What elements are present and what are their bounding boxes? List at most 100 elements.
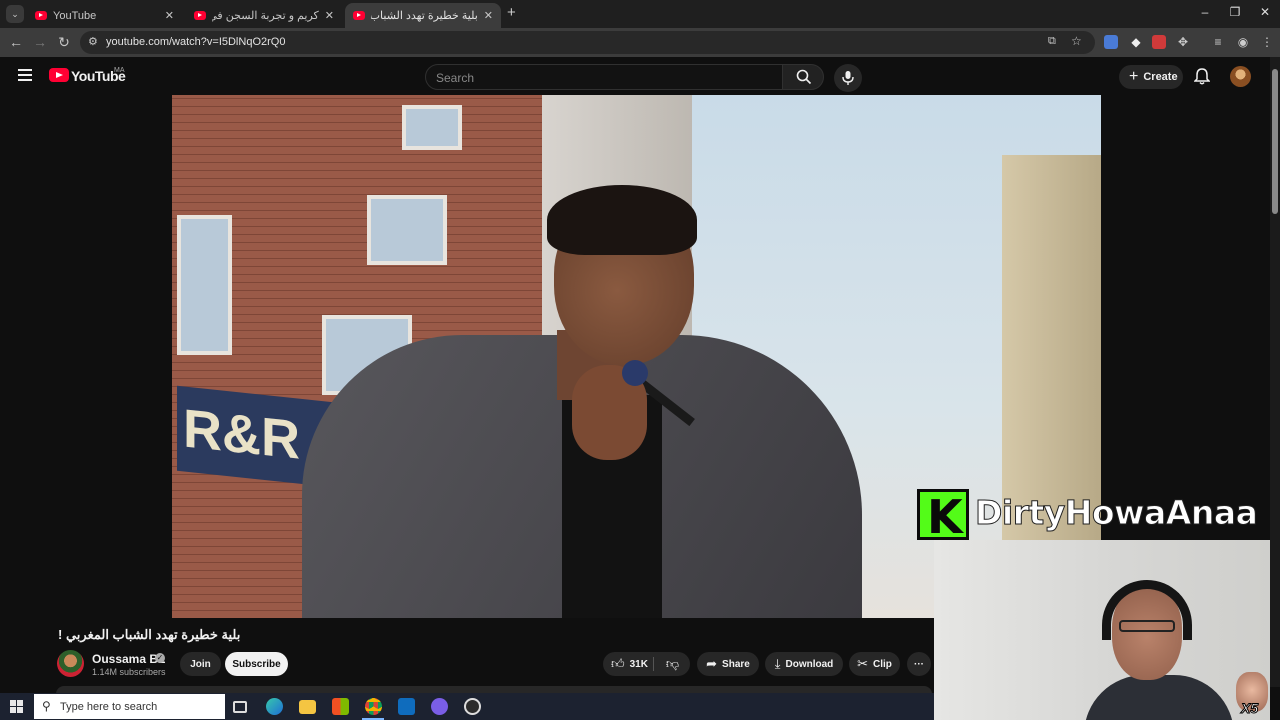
kick-logo: K [917,489,969,544]
join-label: Join [190,658,211,670]
windows-taskbar: ⚲ Type here to search [0,693,934,720]
media-controls-icon[interactable]: ≡ [1211,35,1225,49]
like-dislike-divider [653,657,654,671]
emote-badge: X5 [1240,700,1259,717]
search-input[interactable]: Search [425,64,783,90]
diamond-extension-icon[interactable]: ◆ [1129,35,1143,49]
tab-close-icon[interactable]: ✕ [325,9,334,22]
tab-title: بلية خطيرة تهدد الشباب المغربي [371,10,478,22]
red-extension-icon[interactable] [1152,35,1166,49]
download-button[interactable]: ⤓ Download [765,652,843,676]
extensions-puzzle-icon[interactable]: ✥ [1176,35,1190,49]
plus-icon: + [1129,68,1139,85]
maximize-button[interactable]: ❐ [1220,5,1250,19]
translate-extension-icon[interactable] [1104,35,1118,49]
chrome-icon[interactable] [365,698,382,715]
download-label: Download [785,658,834,670]
close-window-button[interactable]: ✕ [1250,5,1280,19]
account-avatar[interactable] [1230,66,1251,87]
tab-title: كريم و تجربة السجن في أمريكا - ... [212,10,319,22]
video-microphone-head [622,360,648,386]
site-info-icon[interactable]: ⚙ [88,35,98,48]
more-dots-icon: ··· [914,658,924,670]
taskbar-search-placeholder: Type here to search [60,700,158,713]
tab-search-icon[interactable]: ⌄ [6,5,24,23]
scrollbar-thumb[interactable] [1272,69,1278,214]
search-icon: ⚲ [42,699,51,713]
new-tab-button[interactable]: + [507,4,516,21]
minimize-button[interactable]: – [1190,5,1220,19]
tab-video-prison[interactable]: كريم و تجربة السجن في أمريكا - ... ✕ [186,3,342,28]
create-button[interactable]: + Create [1119,65,1183,89]
notifications-bell-icon[interactable] [1193,67,1211,85]
like-button[interactable]: 👍︎ 31K [603,652,655,676]
clip-button[interactable]: ✂ Clip [849,652,900,676]
task-view-icon[interactable] [233,701,247,713]
browser-menu-icon[interactable]: ⋮ [1260,35,1274,49]
tab-current-video[interactable]: بلية خطيرة تهدد الشباب المغربي ✕ [345,3,501,28]
create-label: Create [1143,71,1178,83]
more-actions-button[interactable]: ··· [907,652,931,676]
discord-style-app-icon[interactable] [431,698,448,715]
video-title: بلية خطيرة تهدد الشباب المغربي ! [58,627,241,642]
clip-label: Clip [873,658,892,670]
channel-avatar[interactable] [57,650,84,677]
webcam-overlay [934,540,1270,720]
microphone-icon [842,71,854,85]
video-scene-window [177,215,232,355]
back-arrow-icon[interactable]: ← [7,34,25,50]
thumbs-up-icon: 👍︎ [611,656,625,671]
bookmark-star-icon[interactable]: ☆ [1071,34,1082,48]
youtube-header: YouTube MA Search + Create [0,57,1270,95]
search-icon [796,69,812,85]
scissors-icon: ✂ [857,656,868,671]
share-label: Share [722,658,750,670]
search-button[interactable] [782,64,824,90]
video-scene-window [367,195,447,265]
tab-close-icon[interactable]: ✕ [484,9,493,22]
youtube-favicon-icon [35,11,47,20]
url-text: youtube.com/watch?v=I5DlNqO2rQ0 [106,36,286,48]
search-placeholder: Search [436,71,475,85]
taskbar-search-input[interactable]: ⚲ Type here to search [34,694,225,719]
like-count: 31K [629,658,648,670]
kick-letter: K [927,490,963,544]
thumbs-down-icon: 👎︎ [665,656,680,671]
edge-browser-icon[interactable] [266,698,283,715]
voice-search-button[interactable] [834,64,862,92]
video-person-hair [547,185,697,255]
subscriber-count: 1.14M subscribers [92,667,166,677]
youtube-favicon-icon [194,11,206,20]
download-icon: ⤓ [774,656,781,671]
microsoft-store-icon[interactable] [332,698,349,715]
obs-app-icon[interactable] [464,698,481,715]
install-app-icon[interactable]: ⧉ [1048,35,1056,48]
forward-arrow-icon[interactable]: → [31,34,49,50]
reload-icon[interactable]: ↻ [55,34,73,51]
youtube-logo-icon[interactable] [49,68,69,82]
glasses-icon [1119,620,1175,632]
tab-youtube[interactable]: YouTube ✕ [27,3,182,28]
hamburger-menu-icon[interactable] [18,69,32,84]
verified-check-icon: ✓ [155,653,165,663]
windows-start-icon[interactable] [10,700,23,713]
join-button[interactable]: Join [180,652,221,676]
tab-close-icon[interactable]: ✕ [165,9,174,22]
browser-toolbar: ← → ↻ ⚙ youtube.com/watch?v=I5DlNqO2rQ0 … [0,28,1280,57]
region-code: MA [114,67,125,74]
streamer-name-overlay: DirtyHowaAnaa [974,493,1258,533]
share-button[interactable]: ➦ Share [697,652,759,676]
file-explorer-icon[interactable] [299,700,316,714]
youtube-favicon-icon [353,11,365,20]
profile-icon[interactable]: ◉ [1236,35,1250,49]
subscribe-label: Subscribe [232,658,281,670]
dislike-button[interactable]: 👎︎ [655,652,690,676]
subscribe-button[interactable]: Subscribe [225,652,288,676]
webcam-person [1084,575,1234,720]
address-bar[interactable]: ⚙ youtube.com/watch?v=I5DlNqO2rQ0 ⧉ ☆ [80,31,1095,54]
share-arrow-icon: ➦ [706,656,718,671]
video-scene-window [402,105,462,150]
tab-title: YouTube [53,9,97,22]
page-scrollbar[interactable] [1270,57,1280,687]
outlook-icon[interactable] [398,698,415,715]
